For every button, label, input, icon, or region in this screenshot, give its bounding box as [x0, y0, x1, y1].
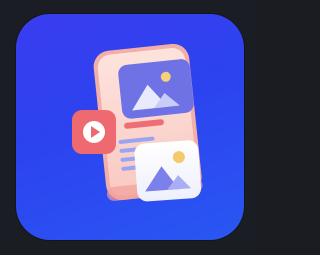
image-icon: [118, 59, 194, 119]
screen-background: [0, 0, 256, 255]
media-gallery-app-icon[interactable]: [16, 14, 244, 240]
play-icon: [72, 110, 116, 154]
app-icon-artwork: [72, 43, 203, 202]
photo-card-icon: [134, 140, 202, 202]
